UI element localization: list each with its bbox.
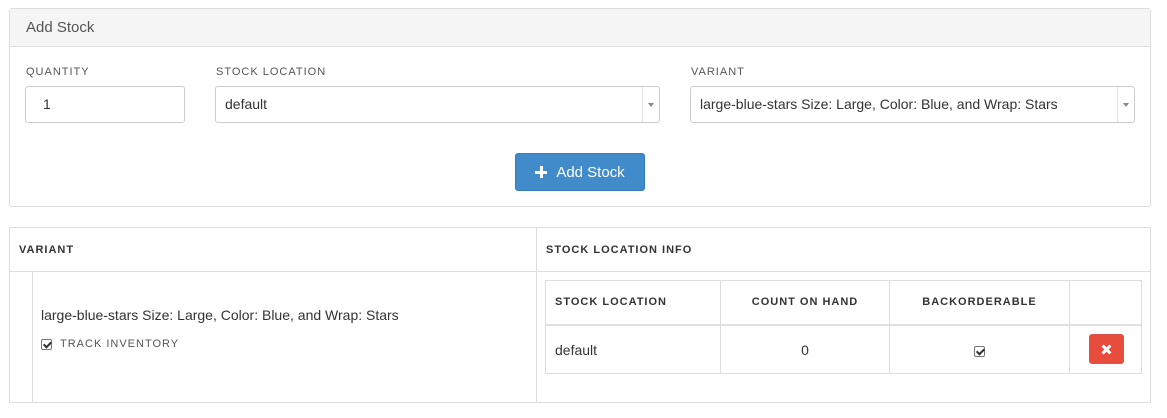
chevron-down-icon <box>1117 87 1134 122</box>
quantity-input[interactable]: 1 <box>25 86 185 123</box>
header-divider <box>10 271 1150 272</box>
stock-items-table: VARIANT STOCK LOCATION INFO large-blue-s… <box>9 227 1151 403</box>
backorderable-cell <box>974 344 985 360</box>
inner-divider-2 <box>889 281 890 373</box>
stock-location-label: STOCK LOCATION <box>216 66 327 78</box>
variant-value: large-blue-stars Size: Large, Color: Blu… <box>700 96 1058 112</box>
inner-divider-3 <box>1069 281 1070 373</box>
count-on-hand-cell: 0 <box>801 342 809 358</box>
inner-header-divider <box>546 324 1141 326</box>
track-inventory-label: TRACK INVENTORY <box>60 338 180 350</box>
stock-location-value: default <box>225 96 268 112</box>
stock-location-column-header: STOCK LOCATION <box>555 296 667 308</box>
backorderable-column-header: BACKORDERABLE <box>922 296 1037 308</box>
count-on-hand-column-header: COUNT ON HAND <box>751 296 859 308</box>
variant-name: large-blue-stars Size: Large, Color: Blu… <box>41 307 399 323</box>
chevron-down-icon <box>642 87 659 122</box>
plus-icon <box>535 166 548 178</box>
variant-column-header: VARIANT <box>19 244 75 256</box>
stock-location-info-column-header: STOCK LOCATION INFO <box>546 244 693 256</box>
quantity-label: QUANTITY <box>26 66 90 78</box>
add-stock-button[interactable]: Add Stock <box>515 153 645 191</box>
add-stock-button-label: Add Stock <box>556 163 625 181</box>
variant-label: VARIANT <box>691 66 745 78</box>
row-indent-divider <box>32 272 33 402</box>
panel-title: Add Stock <box>10 9 1150 47</box>
delete-stock-button[interactable] <box>1089 334 1124 364</box>
inner-divider-1 <box>720 281 721 373</box>
variant-select[interactable]: large-blue-stars Size: Large, Color: Blu… <box>690 86 1135 123</box>
close-icon <box>1102 345 1111 354</box>
stock-location-cell: default <box>555 342 598 358</box>
track-inventory-row: TRACK INVENTORY <box>41 338 179 350</box>
column-divider <box>536 228 537 402</box>
add-stock-panel: Add Stock QUANTITY 1 STOCK LOCATION defa… <box>9 8 1151 207</box>
track-inventory-checkbox[interactable] <box>41 338 52 350</box>
stock-location-table: STOCK LOCATION COUNT ON HAND BACKORDERAB… <box>545 280 1142 374</box>
stock-location-select[interactable]: default <box>215 86 660 123</box>
backorderable-checkbox[interactable] <box>974 346 985 357</box>
